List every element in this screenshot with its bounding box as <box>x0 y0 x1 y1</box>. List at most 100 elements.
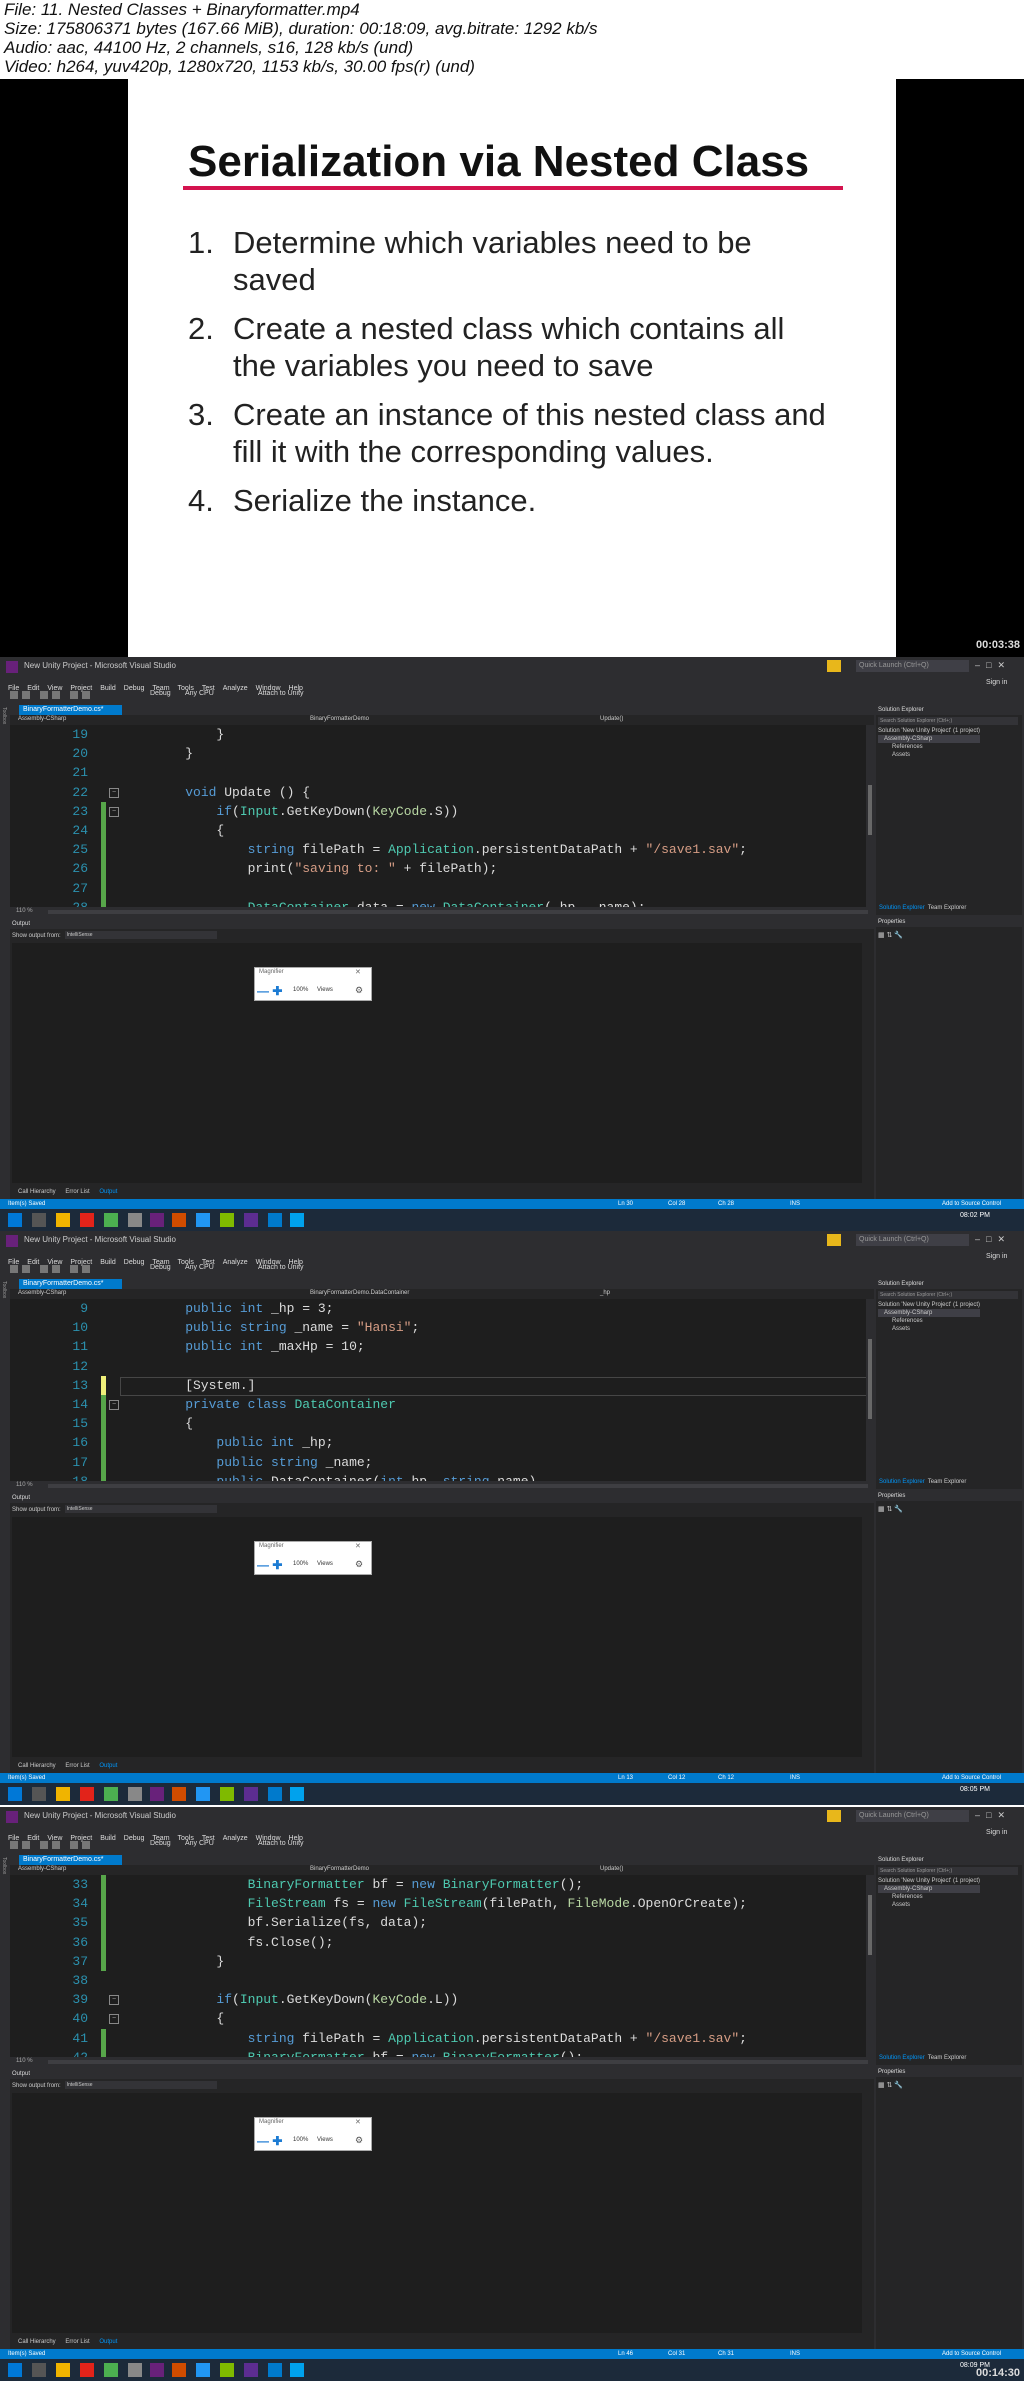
properties-toolbar-icons[interactable]: ▦ ⇅ 🔧 <box>878 931 903 939</box>
save-icon[interactable] <box>40 1841 48 1849</box>
solution-search-input[interactable]: Search Solution Explorer (Ctrl+;) <box>878 1291 1018 1299</box>
platform-dropdown[interactable]: Any CPU <box>185 690 214 697</box>
taskbar-app-icon[interactable] <box>32 1787 46 1801</box>
save-icon[interactable] <box>40 691 48 699</box>
tree-item-assembly[interactable]: Assembly-CSharp <box>878 1885 980 1893</box>
config-dropdown[interactable]: Debug <box>150 690 171 697</box>
toolbox-tab[interactable]: Toolbox <box>1 1857 7 1874</box>
feedback-flag-icon[interactable] <box>827 1810 841 1822</box>
taskbar-app-icon[interactable] <box>104 2363 118 2377</box>
config-dropdown[interactable]: Debug <box>150 1264 171 1271</box>
tab-error-list[interactable]: Error List <box>65 1189 89 1195</box>
properties-toolbar-icons[interactable]: ▦ ⇅ 🔧 <box>878 1505 903 1513</box>
tab-binaryformatterdemo[interactable]: BinaryFormatterDemo.cs* <box>19 705 122 715</box>
add-to-source-control[interactable]: Add to Source Control <box>942 1773 1001 1783</box>
taskbar-app-icon[interactable] <box>196 2363 210 2377</box>
sign-in-link[interactable]: Sign in <box>986 1251 1007 1263</box>
gear-icon[interactable]: ⚙ <box>355 2135 363 2146</box>
project-dropdown[interactable]: Assembly-CSharp <box>18 1866 66 1872</box>
output-source-dropdown[interactable]: IntelliSense <box>64 2081 217 2090</box>
taskbar-app-icon[interactable] <box>268 1213 282 1227</box>
taskbar-app-icon[interactable] <box>290 1213 304 1227</box>
taskbar-app-icon[interactable] <box>80 2363 94 2377</box>
code-line[interactable]: 38 <box>10 1971 864 1990</box>
undo-icon[interactable] <box>70 691 78 699</box>
member-dropdown[interactable]: Update() <box>600 716 623 722</box>
redo-icon[interactable] <box>82 691 90 699</box>
code-line[interactable]: 11 public int _maxHp = 10; <box>10 1337 864 1356</box>
vertical-scrollbar[interactable] <box>866 725 874 907</box>
tab-error-list[interactable]: Error List <box>65 1763 89 1769</box>
add-to-source-control[interactable]: Add to Source Control <box>942 1199 1001 1209</box>
add-to-source-control[interactable]: Add to Source Control <box>942 2349 1001 2359</box>
hscroll-track[interactable] <box>48 1484 868 1488</box>
project-dropdown[interactable]: Assembly-CSharp <box>18 1290 66 1296</box>
tab-call-hierarchy[interactable]: Call Hierarchy <box>18 1189 56 1195</box>
project-dropdown[interactable]: Assembly-CSharp <box>18 716 66 722</box>
code-line[interactable]: 39 if(Input.GetKeyDown(KeyCode.L)) <box>10 1990 864 2009</box>
save-all-icon[interactable] <box>52 691 60 699</box>
taskbar-app-icon[interactable] <box>150 1213 164 1227</box>
code-line[interactable]: 20 } <box>10 744 864 763</box>
output-text-area[interactable]: Magnifier ✕ — ✚ 100% Views ⚙ <box>12 1517 862 1757</box>
platform-dropdown[interactable]: Any CPU <box>185 1264 214 1271</box>
tab-error-list[interactable]: Error List <box>65 2339 89 2345</box>
vertical-scrollbar[interactable] <box>866 1875 874 2057</box>
code-line[interactable]: 21 <box>10 763 864 782</box>
taskbar-app-icon[interactable] <box>8 1787 22 1801</box>
taskbar-app-icon[interactable] <box>80 1213 94 1227</box>
code-line[interactable]: 36 fs.Close(); <box>10 1933 864 1952</box>
vertical-scrollbar[interactable] <box>866 1299 874 1481</box>
code-line[interactable]: 42 BinaryFormatter bf = new BinaryFormat… <box>10 2048 864 2057</box>
undo-icon[interactable] <box>70 1841 78 1849</box>
magnifier-window[interactable]: Magnifier ✕ — ✚ 100% Views ⚙ <box>254 1541 372 1575</box>
zoom-level[interactable]: 110 % <box>16 1482 33 1488</box>
output-source-dropdown[interactable]: IntelliSense <box>64 1505 217 1514</box>
tree-item-references[interactable]: References <box>878 1893 980 1901</box>
taskbar-app-icon[interactable] <box>128 1787 142 1801</box>
zoom-buttons[interactable]: — ✚ <box>257 984 282 998</box>
tab-output[interactable]: Output <box>99 1189 117 1195</box>
tree-item-assets[interactable]: Assets <box>878 1901 980 1909</box>
tab-solution-explorer[interactable]: Solution Explorer <box>876 2055 928 2061</box>
code-line[interactable]: 25 string filePath = Application.persist… <box>10 840 864 859</box>
code-line[interactable]: 40 { <box>10 2009 864 2028</box>
taskbar-app-icon[interactable] <box>150 1787 164 1801</box>
forward-icon[interactable] <box>22 691 30 699</box>
code-line[interactable]: 9 public int _hp = 3; <box>10 1299 864 1318</box>
taskbar-app-icon[interactable] <box>220 1787 234 1801</box>
toolbox-tab[interactable]: Toolbox <box>1 707 7 724</box>
code-editor[interactable]: −−− 19 }20 }2122 void Update () {23 if(I… <box>10 725 874 907</box>
sign-in-link[interactable]: Sign in <box>986 1827 1007 1839</box>
properties-toolbar-icons[interactable]: ▦ ⇅ 🔧 <box>878 2081 903 2089</box>
taskbar-app-icon[interactable] <box>32 2363 46 2377</box>
code-line[interactable]: 19 } <box>10 725 864 744</box>
taskbar-app-icon[interactable] <box>220 1213 234 1227</box>
redo-icon[interactable] <box>82 1841 90 1849</box>
horizontal-scrollbar[interactable]: 110 % <box>10 2057 874 2067</box>
code-line[interactable]: 15 { <box>10 1414 864 1433</box>
taskbar-app-icon[interactable] <box>268 1787 282 1801</box>
views-dropdown[interactable]: Views <box>317 2137 333 2143</box>
taskbar-app-icon[interactable] <box>80 1787 94 1801</box>
code-line[interactable]: 28 DataContainer data = new DataContaine… <box>10 898 864 907</box>
scroll-thumb[interactable] <box>868 1895 872 1955</box>
magnifier-window[interactable]: Magnifier ✕ — ✚ 100% Views ⚙ <box>254 2117 372 2151</box>
taskbar-app-icon[interactable] <box>196 1787 210 1801</box>
solution-search-input[interactable]: Search Solution Explorer (Ctrl+;) <box>878 717 1018 725</box>
attach-to-unity-button[interactable]: Attach to Unity <box>258 1264 304 1271</box>
hscroll-track[interactable] <box>48 2060 868 2064</box>
window-controls[interactable]: –□✕ <box>975 1810 1011 1821</box>
tab-solution-explorer[interactable]: Solution Explorer <box>876 1479 928 1485</box>
tree-item-assets[interactable]: Assets <box>878 1325 980 1333</box>
code-line[interactable]: 37 } <box>10 1952 864 1971</box>
code-line[interactable]: 10 public string _name = "Hansi"; <box>10 1318 864 1337</box>
code-line[interactable]: 33 BinaryFormatter bf = new BinaryFormat… <box>10 1875 864 1894</box>
taskbar-app-icon[interactable] <box>172 1787 186 1801</box>
code-line[interactable]: 13 [System.] <box>10 1376 864 1395</box>
tree-item-solution[interactable]: Solution 'New Unity Project' (1 project) <box>878 1301 980 1309</box>
tab-binaryformatterdemo[interactable]: BinaryFormatterDemo.cs* <box>19 1279 122 1289</box>
toolbox-tab[interactable]: Toolbox <box>1 1281 7 1298</box>
tab-team-explorer[interactable]: Team Explorer <box>928 1479 967 1485</box>
scroll-thumb[interactable] <box>868 785 872 835</box>
